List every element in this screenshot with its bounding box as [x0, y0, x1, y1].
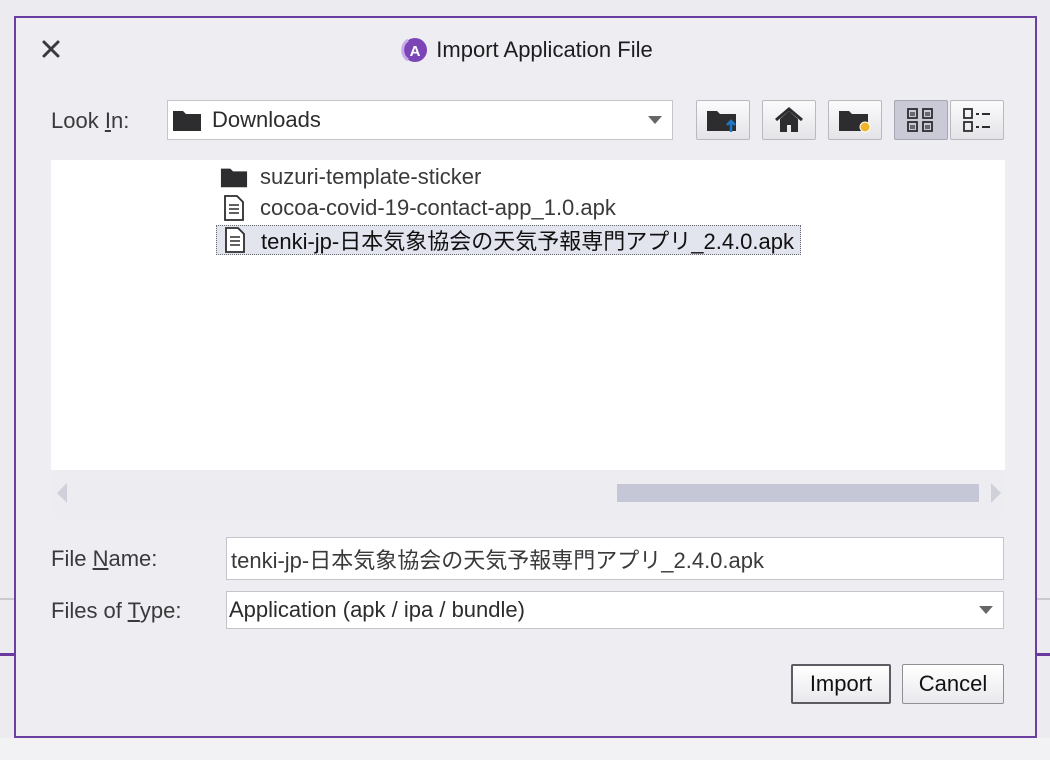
document-icon	[220, 195, 248, 221]
background-divider	[1036, 598, 1050, 600]
import-dialog: A Import Application File Look In: Downl…	[14, 16, 1037, 738]
import-button[interactable]: Import	[791, 664, 891, 704]
folder-icon	[220, 164, 248, 190]
details-view-button[interactable]	[950, 100, 1004, 140]
list-item-selected[interactable]: tenki-jp-日本気象協会の天気予報専門アプリ_2.4.0.apk	[216, 225, 801, 255]
horizontal-scrollbar[interactable]	[51, 470, 1005, 514]
cancel-button[interactable]: Cancel	[902, 664, 1004, 704]
list-view-icon	[907, 108, 933, 132]
file-name-label: File Name:	[51, 546, 158, 571]
file-name-input[interactable]: tenki-jp-日本気象協会の天気予報専門アプリ_2.4.0.apk	[226, 537, 1004, 580]
file-list[interactable]: suzuri-template-sticker cocoa-covid-19-c…	[51, 160, 1005, 470]
new-folder-button[interactable]	[828, 100, 882, 140]
look-in-label: Look In:	[51, 108, 130, 133]
app-logo-icon: A	[401, 38, 428, 62]
look-in-value: Downloads	[212, 107, 321, 132]
folder-up-icon	[707, 111, 736, 132]
file-type-label: Files of Type:	[51, 598, 182, 623]
list-item[interactable]: suzuri-template-sticker	[216, 162, 487, 192]
look-in-combobox[interactable]: Downloads	[167, 100, 673, 140]
background-accent-line	[1036, 653, 1050, 656]
dialog-title: Import Application File	[436, 37, 653, 62]
folder-icon	[172, 108, 202, 132]
details-view-icon	[963, 108, 990, 132]
chevron-down-icon[interactable]	[979, 606, 993, 614]
scroll-right-icon[interactable]	[991, 483, 1001, 503]
file-type-value: Application (apk / ipa / bundle)	[229, 597, 525, 622]
chevron-down-icon[interactable]	[648, 116, 662, 124]
scrollbar-thumb[interactable]	[617, 484, 979, 502]
file-name: tenki-jp-日本気象協会の天気予報専門アプリ_2.4.0.apk	[261, 229, 794, 254]
list-item[interactable]: cocoa-covid-19-contact-app_1.0.apk	[216, 193, 622, 223]
background-window	[0, 738, 1050, 760]
list-view-button[interactable]	[894, 100, 948, 140]
new-folder-icon	[839, 111, 871, 133]
scroll-left-icon[interactable]	[57, 483, 67, 503]
svg-text:A: A	[410, 43, 421, 60]
title-bar: A Import Application File	[16, 18, 1035, 80]
file-name: cocoa-covid-19-contact-app_1.0.apk	[260, 195, 616, 220]
up-one-level-button[interactable]	[696, 100, 750, 140]
file-name: suzuri-template-sticker	[260, 164, 482, 189]
home-button[interactable]	[762, 100, 816, 140]
document-icon	[221, 227, 249, 253]
file-type-combobox[interactable]: Application (apk / ipa / bundle)	[226, 591, 1004, 629]
home-icon	[775, 107, 803, 132]
